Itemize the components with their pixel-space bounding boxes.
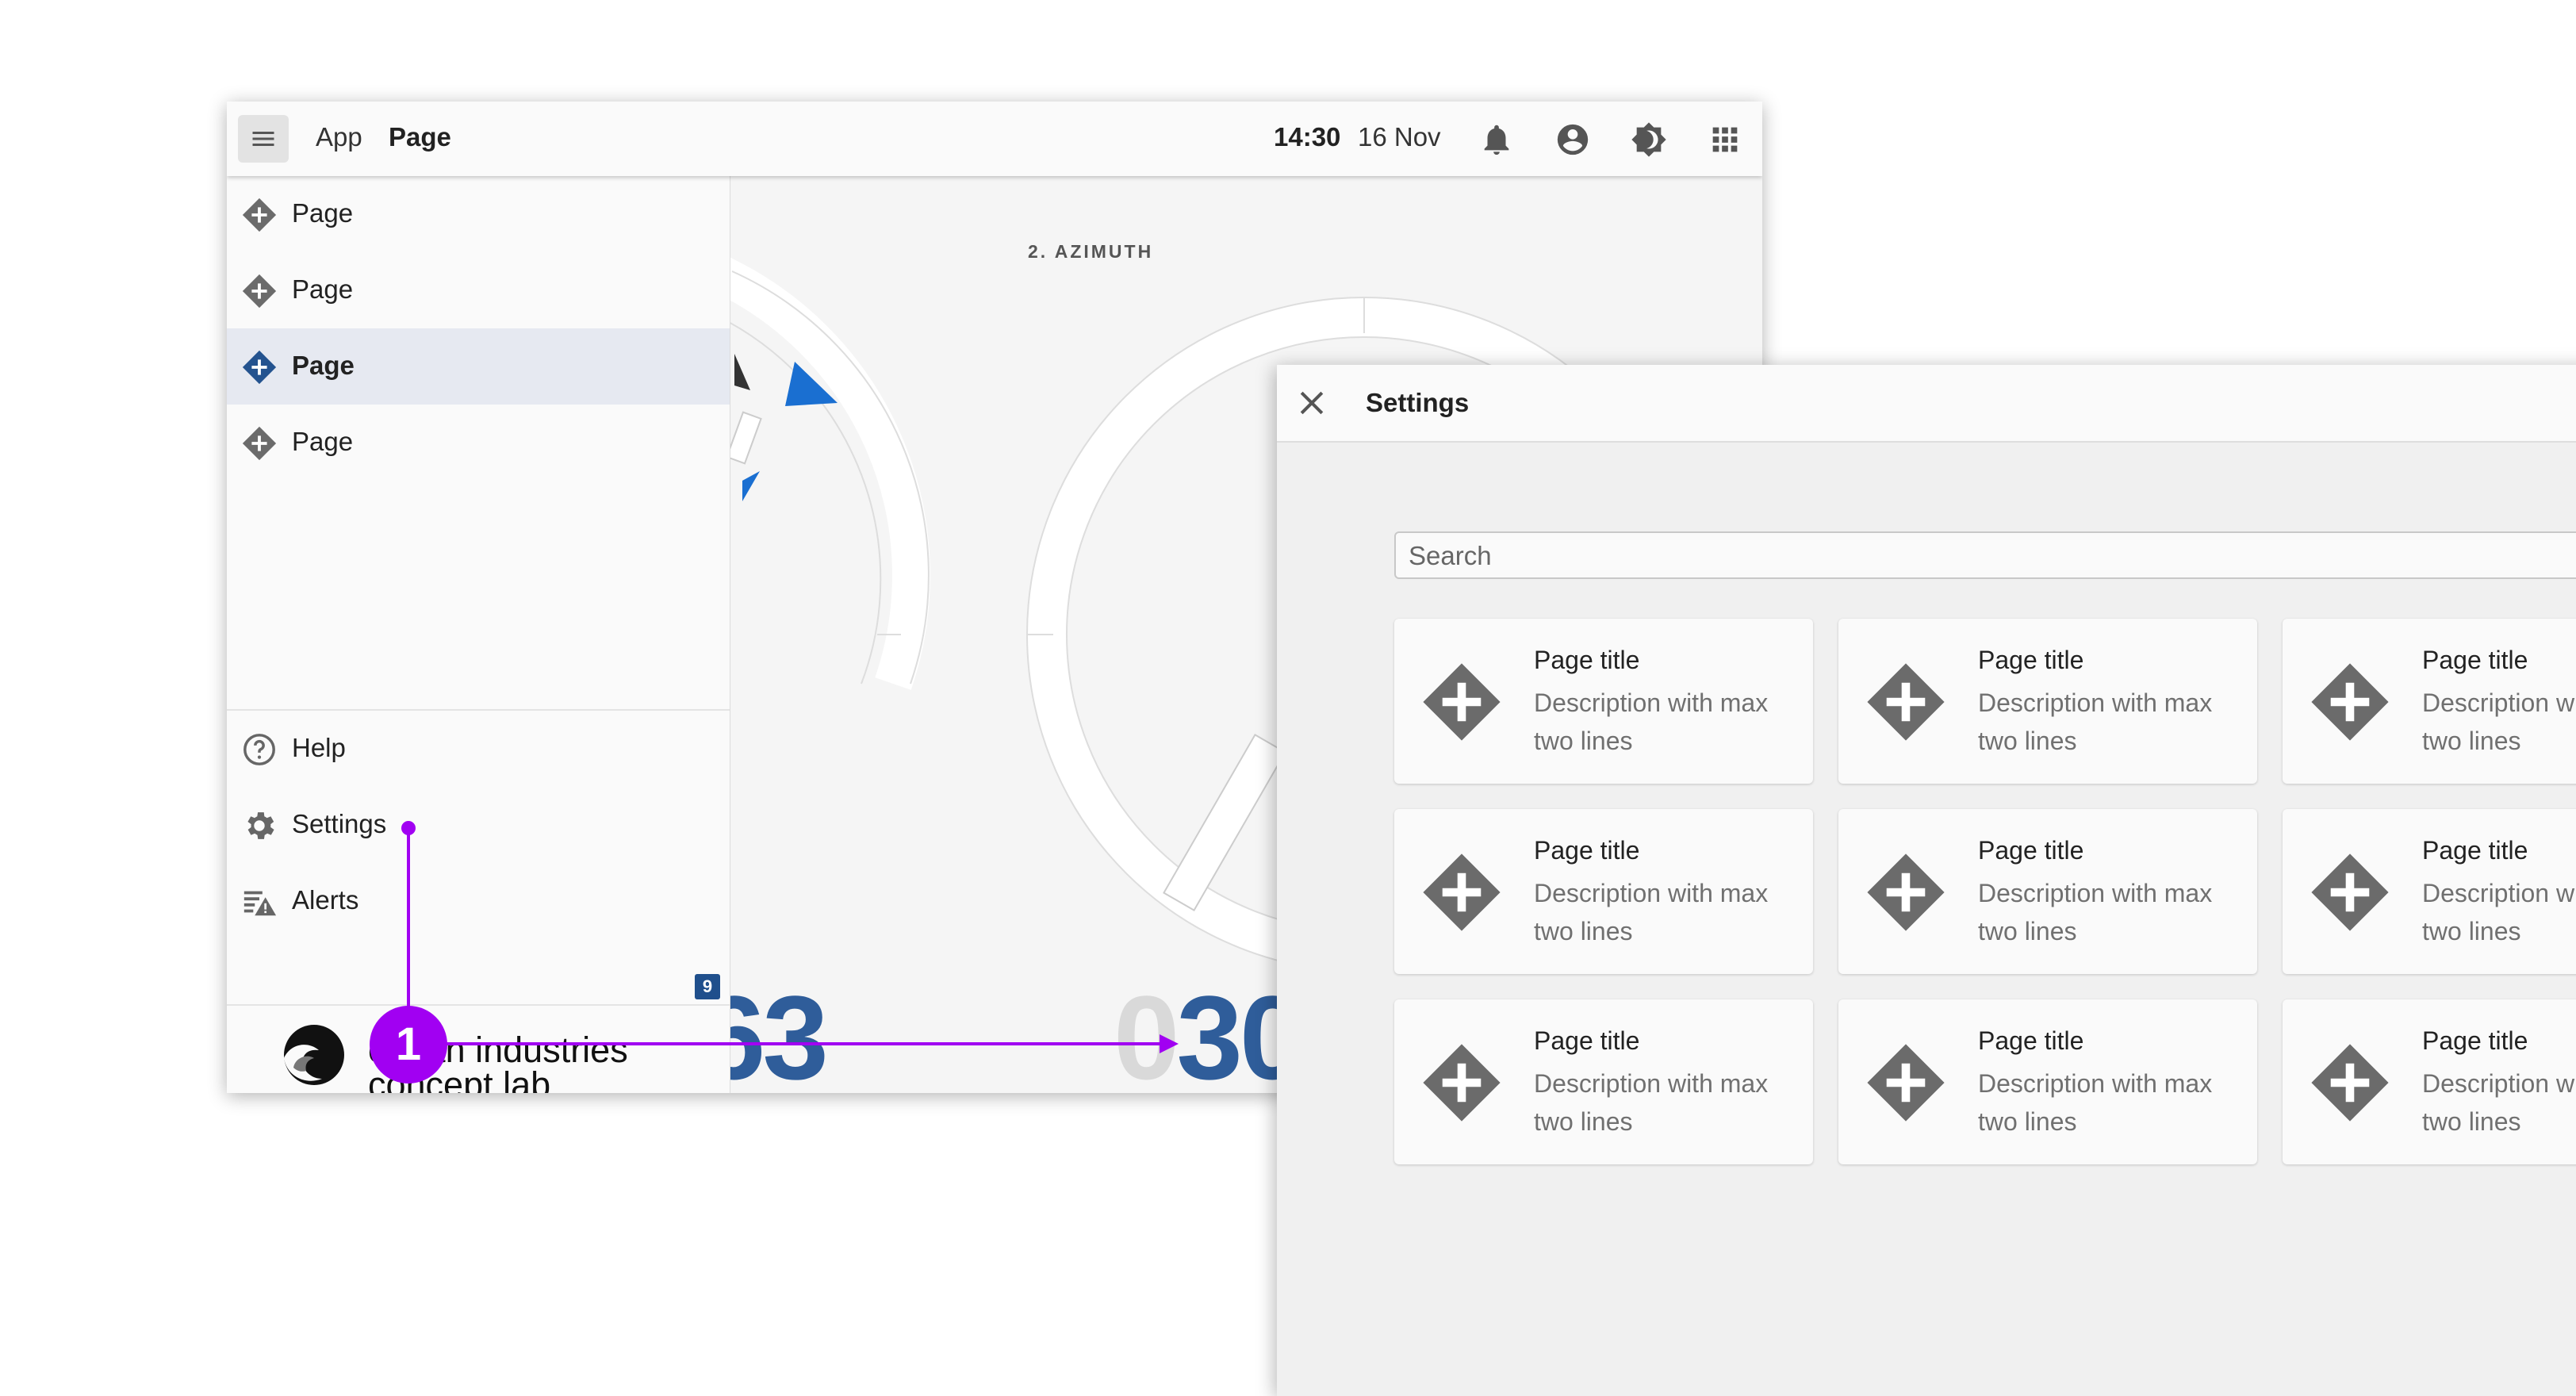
version-badge: 9 [695,974,720,999]
diamond-plus-icon [1423,663,1501,741]
gear-icon [247,812,274,839]
settings-label: Settings [292,809,387,838]
card-title: Page title [1534,646,1640,674]
nav-item-label: Page [292,198,354,228]
menu-icon [252,132,274,146]
help-item[interactable]: Help [227,711,730,787]
settings-card[interactable]: Page title Description with max two line… [1394,809,1813,974]
diamond-plus-icon [242,350,277,385]
account-icon [1557,124,1589,155]
card-description: Description with max two lines [1978,688,2213,755]
card-description: Description with max two lines [1534,879,1769,945]
nav-item-page-3-active[interactable]: Page [227,328,730,405]
diamond-plus-icon [1867,853,1945,931]
brightness-icon [1631,122,1666,157]
card-title: Page title [1978,836,2084,865]
settings-card[interactable]: Page title Description with max two line… [1838,809,2257,974]
diamond-plus-icon [242,198,277,232]
alerts-label: Alerts [292,885,359,915]
close-icon[interactable] [1294,385,1329,420]
brightness-button[interactable] [1631,121,1667,158]
account-button[interactable] [1554,121,1591,158]
settings-card[interactable]: Page title Description with max two line… [1394,999,1813,1164]
card-description: Description with max two lines [2422,879,2576,945]
search-input[interactable] [1407,539,2362,573]
settings-card[interactable]: Page title Description with max two line… [2283,619,2576,784]
card-title: Page title [2422,1026,2528,1055]
card-title: Page title [1534,836,1640,865]
nav-item-label: Page [292,427,354,456]
app-name[interactable]: App [316,122,362,152]
diamond-plus-icon [2311,1044,2389,1122]
diamond-plus-icon [242,426,277,461]
card-title: Page title [2422,646,2528,674]
search-field[interactable] [1394,531,2576,579]
apps-button[interactable] [1707,121,1743,158]
right-azimuth-readout: 030 [1114,969,1305,1093]
settings-item[interactable]: Settings [227,787,730,863]
clock-time: 14:30 [1274,122,1341,151]
card-title: Page title [1978,1026,2084,1055]
diamond-plus-icon [1423,853,1501,931]
notifications-button[interactable] [1478,121,1515,158]
card-title: Page title [2422,836,2528,865]
settings-title: Settings [1366,388,1470,417]
diamond-plus-icon [2311,853,2389,931]
ocean-industries-logo: ocean industries concept lab [227,1006,730,1093]
top-bar: App Page 14:30 16 Nov [227,102,1762,176]
current-page-name: Page [389,122,451,151]
left-azimuth-dial [702,254,930,690]
settings-panel: Settings Page title Description with max… [1277,365,2576,1396]
help-label: Help [292,733,346,762]
card-description: Description with max two lines [2422,1069,2576,1136]
nav-item-label: Page [292,351,355,380]
alerts-item[interactable]: Alerts [227,863,730,939]
diamond-plus-icon [1423,1044,1501,1122]
thruster-indicator [1163,734,1286,911]
nav-item-label: Page [292,274,354,304]
nav-item-page-4[interactable]: Page [227,405,730,481]
card-description: Description with max two lines [1534,688,1769,755]
navigation-drawer: Page Page Page Page Help Settings Alerts [227,176,730,1093]
settings-card[interactable]: Page title Description with max two line… [2283,999,2576,1164]
help-icon [243,734,275,765]
menu-button[interactable] [238,115,289,163]
apps-grid-icon [1712,127,1738,152]
clock-date: 16 Nov [1358,122,1441,151]
settings-card[interactable]: Page title Description with max two line… [1394,619,1813,784]
card-description: Description with max two lines [2422,688,2576,755]
settings-header: Settings [1277,365,2576,443]
nav-item-page-2[interactable]: Page [227,252,730,328]
diamond-plus-icon [1867,663,1945,741]
alerts-list-icon [243,891,277,916]
card-title: Page title [1978,646,2084,674]
diamond-plus-icon [1867,1044,1945,1122]
diamond-plus-icon [242,274,277,309]
card-description: Description with max two lines [1534,1069,1769,1136]
diamond-plus-icon [2311,663,2389,741]
right-azimuth-leading-digit: 0 [1114,971,1179,1093]
card-title: Page title [1534,1026,1640,1055]
card-description: Description with max two lines [1978,1069,2213,1136]
settings-card[interactable]: Page title Description with max two line… [2283,809,2576,974]
wave-logo-icon [284,1025,344,1085]
bell-icon [1484,125,1509,155]
annotation-marker: 1 [370,1006,447,1083]
nav-item-page-1[interactable]: Page [227,176,730,252]
settings-card[interactable]: Page title Description with max two line… [1838,999,2257,1164]
card-description: Description with max two lines [1978,879,2213,945]
settings-card[interactable]: Page title Description with max two line… [1838,619,2257,784]
